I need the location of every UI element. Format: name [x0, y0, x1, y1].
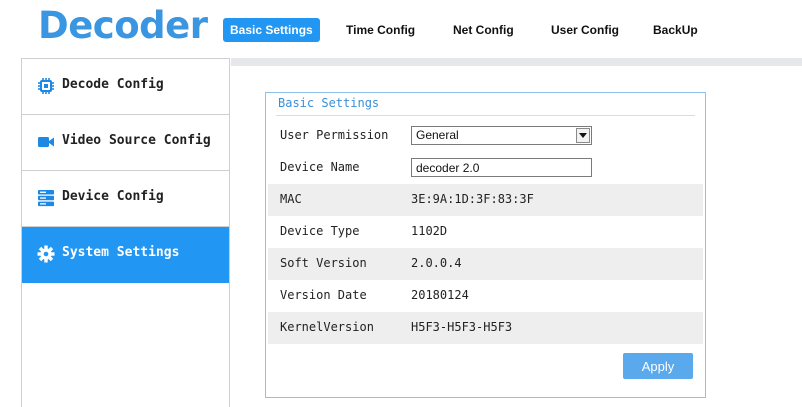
device-name-label: Device Name [280, 160, 360, 174]
tab-basic-settings[interactable]: Basic Settings [223, 18, 320, 42]
kernel-version-label: KernelVersion [280, 320, 374, 334]
user-permission-label: User Permission [280, 128, 389, 142]
main-top-strip [231, 58, 802, 66]
panel-title: Basic Settings [278, 96, 380, 110]
version-date-label: Version Date [280, 288, 367, 302]
sidebar-item-system-settings[interactable]: System Settings [22, 227, 229, 283]
gear-icon [36, 244, 56, 264]
chevron-down-icon[interactable] [576, 128, 590, 143]
row-device-type: Device Type 1102D [268, 216, 703, 248]
row-soft-version: Soft Version 2.0.0.4 [268, 248, 703, 280]
top-header: Decoder Basic Settings Time Config Net C… [0, 0, 802, 58]
kernel-version-value: H5F3-H5F3-H5F3 [411, 320, 513, 334]
tab-net-config[interactable]: Net Config [453, 18, 514, 42]
tab-time-config[interactable]: Time Config [346, 18, 415, 42]
sidebar-item-label: Video Source Config [62, 133, 211, 148]
apply-button[interactable]: Apply [623, 353, 693, 379]
panel-title-divider [276, 115, 695, 116]
row-kernel-version: KernelVersion H5F3-H5F3-H5F3 [268, 312, 703, 344]
row-user-permission: User Permission General [268, 120, 703, 152]
main-content: Basic Settings User Permission General D… [231, 58, 802, 407]
chip-icon [36, 76, 56, 96]
version-date-value: 20180124 [411, 288, 469, 302]
soft-version-value: 2.0.0.4 [411, 256, 462, 270]
mac-label: MAC [280, 192, 302, 206]
mac-value: 3E:9A:1D:3F:83:3F [411, 192, 534, 206]
sidebar: Decode Config Video Source Config Device… [21, 58, 230, 407]
soft-version-label: Soft Version [280, 256, 367, 270]
tab-user-config[interactable]: User Config [551, 18, 619, 42]
tab-backup[interactable]: BackUp [653, 18, 698, 42]
server-icon [36, 188, 56, 208]
basic-settings-panel: Basic Settings User Permission General D… [265, 92, 706, 398]
brand-logo: Decoder [38, 4, 208, 47]
device-type-label: Device Type [280, 224, 360, 238]
device-name-field[interactable] [411, 158, 592, 177]
video-camera-icon [36, 132, 56, 152]
row-version-date: Version Date 20180124 [268, 280, 703, 312]
sidebar-item-label: Device Config [62, 189, 164, 204]
sidebar-item-video-source-config[interactable]: Video Source Config [22, 115, 229, 171]
device-type-value: 1102D [411, 224, 448, 238]
sidebar-item-label: Decode Config [62, 77, 164, 92]
sidebar-item-decode-config[interactable]: Decode Config [22, 59, 229, 115]
user-permission-value: General [416, 128, 459, 142]
sidebar-item-device-config[interactable]: Device Config [22, 171, 229, 227]
row-mac: MAC 3E:9A:1D:3F:83:3F [268, 184, 703, 216]
sidebar-item-label: System Settings [62, 245, 180, 260]
row-device-name: Device Name [268, 152, 703, 184]
user-permission-select[interactable]: General [411, 126, 592, 145]
